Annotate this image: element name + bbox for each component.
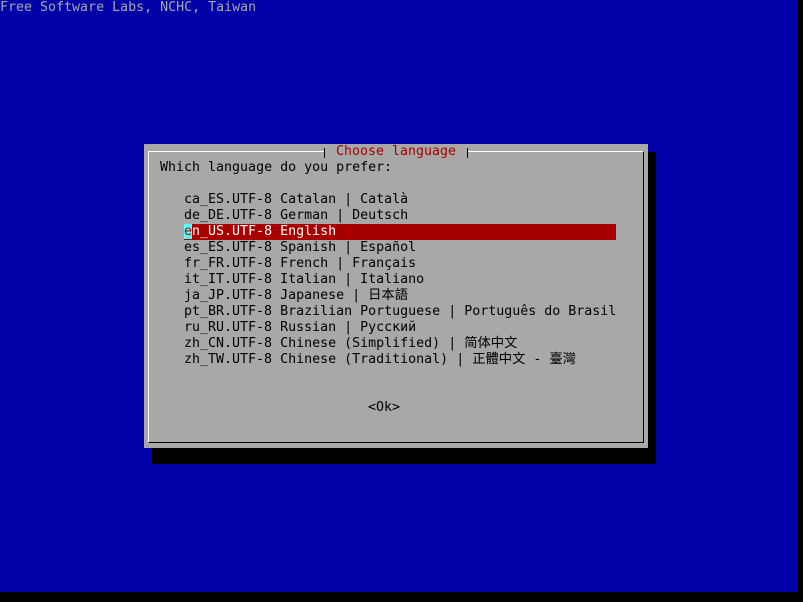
terminal-screen: Free Software Labs, NCHC, Taiwan Choose …: [0, 0, 798, 592]
item-desc: French | Français: [280, 256, 417, 271]
dialog-prompt: Which language do you prefer:: [160, 160, 393, 175]
item-code: n_US.UTF-8: [192, 224, 273, 239]
item-desc: Spanish | Español: [280, 240, 417, 255]
item-desc: Chinese (Simplified) | 简体中文: [280, 336, 518, 351]
item-code: de_DE.UTF-8: [184, 208, 273, 223]
item-code: es_ES.UTF-8: [184, 240, 273, 255]
item-code: it_IT.UTF-8: [184, 272, 273, 287]
item-desc: German | Deutsch: [280, 208, 409, 223]
list-item-pt-br[interactable]: pt_BR.UTF-8 Brazilian Portuguese | Portu…: [184, 304, 616, 320]
text-cursor: e: [184, 224, 193, 239]
list-item-fr-fr[interactable]: fr_FR.UTF-8 French | Français: [184, 256, 616, 272]
item-desc: English: [280, 224, 337, 239]
list-item-ca-es[interactable]: ca_ES.UTF-8 Catalan | Català: [184, 192, 616, 208]
item-code: ru_RU.UTF-8: [184, 320, 273, 335]
list-item-de-de[interactable]: de_DE.UTF-8 German | Deutsch: [184, 208, 616, 224]
language-list[interactable]: ca_ES.UTF-8 Catalan | Català de_DE.UTF-8…: [184, 192, 616, 368]
item-code: fr_FR.UTF-8: [184, 256, 273, 271]
backtitle: Free Software Labs, NCHC, Taiwan: [0, 0, 257, 15]
list-item-zh-tw[interactable]: zh_TW.UTF-8 Chinese (Traditional) | 正體中文…: [184, 352, 616, 368]
item-desc: Chinese (Traditional) | 正體中文 - 臺灣: [280, 352, 577, 367]
item-code: zh_CN.UTF-8: [184, 336, 273, 351]
item-desc: Japanese | 日本語: [280, 288, 409, 303]
list-item-en-us[interactable]: en_US.UTF-8 English: [184, 224, 616, 240]
item-code: ca_ES.UTF-8: [184, 192, 273, 207]
list-item-es-es[interactable]: es_ES.UTF-8 Spanish | Español: [184, 240, 616, 256]
item-code: zh_TW.UTF-8: [184, 352, 273, 367]
list-item-it-it[interactable]: it_IT.UTF-8 Italian | Italiano: [184, 272, 616, 288]
item-desc: Italian | Italiano: [280, 272, 425, 287]
item-code: pt_BR.UTF-8: [184, 304, 273, 319]
list-item-ru-ru[interactable]: ru_RU.UTF-8 Russian | Русский: [184, 320, 616, 336]
language-dialog: Choose language Which language do you pr…: [144, 144, 648, 448]
list-item-ja-jp[interactable]: ja_JP.UTF-8 Japanese | 日本語: [184, 288, 616, 304]
ok-button[interactable]: <Ok>: [368, 400, 400, 416]
item-desc: Russian | Русский: [280, 320, 417, 335]
item-code: ja_JP.UTF-8: [184, 288, 273, 303]
item-desc: Catalan | Català: [280, 192, 409, 207]
list-item-zh-cn[interactable]: zh_CN.UTF-8 Chinese (Simplified) | 简体中文: [184, 336, 616, 352]
item-desc: Brazilian Portuguese | Português do Bras…: [280, 304, 617, 319]
dialog-title: Choose language: [324, 144, 468, 160]
